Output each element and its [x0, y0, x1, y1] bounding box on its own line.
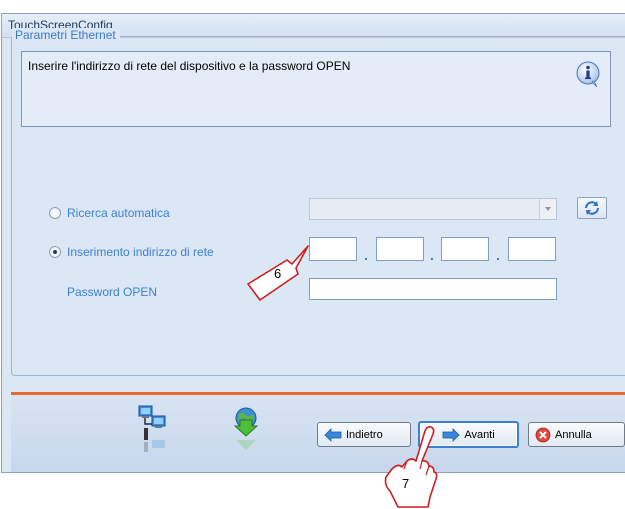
info-icon	[576, 61, 600, 88]
ip-separator-3: .	[496, 247, 500, 263]
password-label: Password OPEN	[67, 285, 158, 299]
ip-octet-3[interactable]	[441, 237, 489, 261]
manual-address-label: Inserimento indirizzo di rete	[67, 245, 214, 259]
password-input[interactable]	[309, 278, 557, 300]
arrow-left-icon	[324, 427, 342, 442]
device-combo[interactable]	[309, 198, 557, 220]
ip-octet-2[interactable]	[376, 237, 424, 261]
refresh-button[interactable]	[577, 197, 607, 219]
auto-search-radio[interactable]	[49, 207, 61, 219]
ip-separator-1: .	[364, 247, 368, 263]
network-computers-icon	[138, 405, 166, 452]
pointing-hand-icon	[384, 426, 438, 508]
ip-octet-4[interactable]	[508, 237, 556, 261]
cancel-button[interactable]: Annulla	[528, 422, 625, 447]
step-7-number: 7	[402, 476, 410, 491]
info-panel: Inserire l'indirizzo di rete del disposi…	[21, 51, 611, 127]
step-6-callout	[247, 245, 309, 301]
chevron-down-icon[interactable]	[539, 199, 556, 219]
auto-search-label: Ricerca automatica	[67, 206, 170, 220]
info-text: Inserire l'indirizzo di rete del disposi…	[28, 59, 351, 73]
step-6-number: 6	[274, 266, 282, 281]
cancel-icon	[535, 427, 551, 442]
refresh-icon	[585, 201, 599, 215]
next-button-label: Avanti	[464, 428, 495, 441]
manual-address-radio[interactable]	[49, 246, 61, 258]
cancel-button-label: Annulla	[555, 428, 592, 441]
arrow-right-icon	[442, 427, 460, 442]
group-legend: Parametri Ethernet	[12, 28, 120, 42]
globe-download-icon	[233, 407, 259, 450]
ip-separator-2: .	[430, 247, 434, 263]
